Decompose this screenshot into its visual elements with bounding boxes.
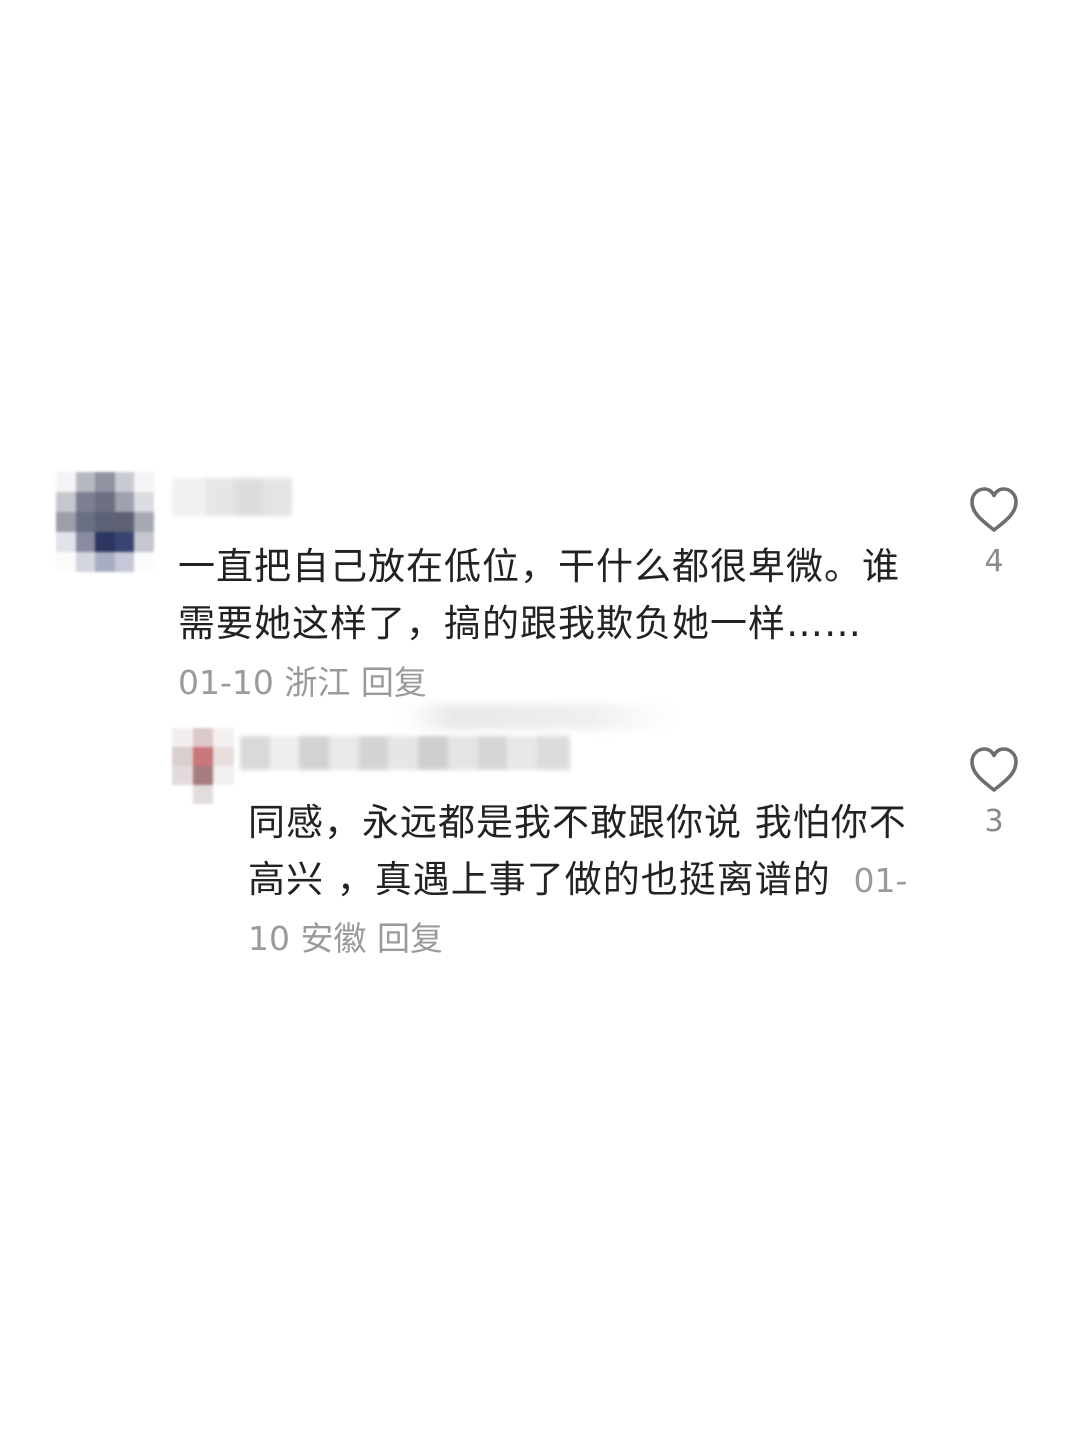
reply-username-blurred[interactable]: [240, 736, 570, 770]
reply-body: 同感，永远都是我不敢跟你说 我怕你不高兴 ，真遇上事了做的也挺离谱的 01-10…: [248, 794, 918, 967]
reply-avatar[interactable]: [172, 728, 234, 804]
like-count: 4: [984, 544, 1004, 579]
comment-location: 浙江: [284, 663, 351, 702]
blurred-divider: [402, 704, 672, 730]
comment-date: 01-10: [178, 663, 274, 702]
avatar[interactable]: [56, 472, 154, 572]
reply-location: 安徽: [300, 919, 367, 958]
reply-like-button[interactable]: 3: [964, 746, 1024, 842]
like-button[interactable]: 4: [964, 486, 1024, 582]
comment-text: 一直把自己放在低位，干什么都很卑微。谁需要她这样了，搞的跟我欺负她一样……: [178, 545, 900, 645]
heart-outline-icon: [970, 747, 1018, 792]
reply-button[interactable]: 回复: [377, 919, 443, 958]
reply-text: 同感，永远都是我不敢跟你说 我怕你不高兴 ，真遇上事了做的也挺离谱的: [248, 801, 907, 901]
heart-outline-icon: [970, 487, 1018, 532]
comment-thread: 一直把自己放在低位，干什么都很卑微。谁需要她这样了，搞的跟我欺负她一样…… 01…: [0, 0, 1080, 1440]
username-blurred[interactable]: [172, 478, 292, 516]
comment-body: 一直把自己放在低位，干什么都很卑微。谁需要她这样了，搞的跟我欺负她一样…… 01…: [178, 538, 918, 711]
reply-like-count: 3: [984, 804, 1004, 839]
reply-button[interactable]: 回复: [361, 663, 427, 702]
